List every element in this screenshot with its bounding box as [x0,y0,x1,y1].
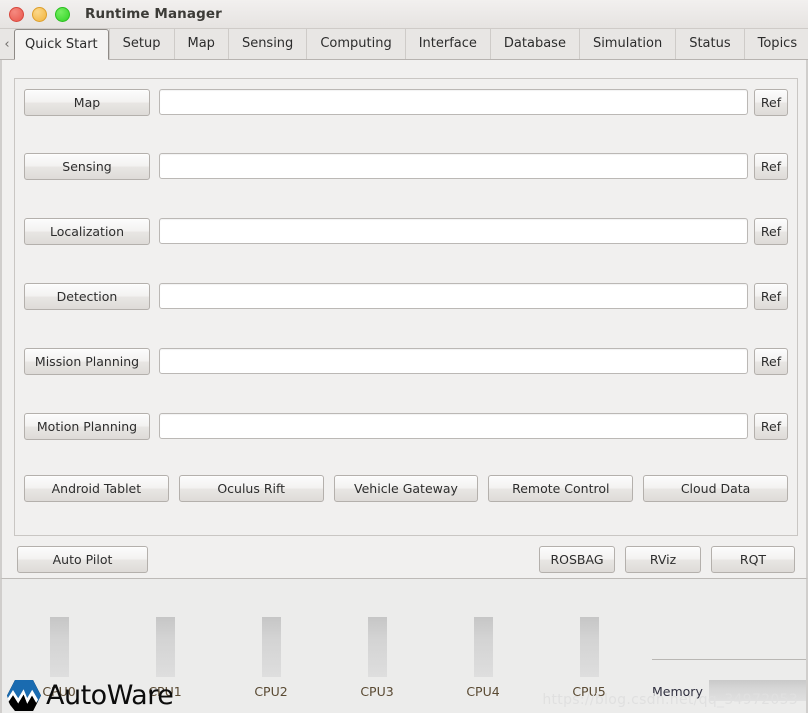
tab-interface[interactable]: Interface [404,29,490,59]
window-minimize-button[interactable] [32,6,47,22]
autoware-hexagon-icon [7,680,41,711]
android-tablet-button[interactable]: Android Tablet [24,475,169,502]
cloud-data-button[interactable]: Cloud Data [643,475,788,502]
motion-planning-path-input[interactable] [159,413,748,439]
quick-start-outer-panel: Map Ref Sensing Ref Localization Ref Det… [8,66,800,573]
tab-simulation[interactable]: Simulation [578,29,676,59]
module-row-localization: Localization Ref [15,217,797,245]
cpu5-label: CPU5 [572,684,606,699]
window-titlebar: Runtime Manager [0,0,808,29]
mission-planning-button[interactable]: Mission Planning [24,347,150,375]
cpu0-gauge [50,617,69,677]
cpu3-label: CPU3 [360,684,394,699]
detection-ref-button[interactable]: Ref [754,282,788,310]
module-row-detection: Detection Ref [15,282,797,310]
quick-start-panel: Map Ref Sensing Ref Localization Ref Det… [0,60,808,578]
tab-computing[interactable]: Computing [306,29,405,59]
tab-bar: ‹ Quick Start Setup Map Sensing Computin… [0,29,808,60]
cpu4-label: CPU4 [466,684,500,699]
map-path-input[interactable] [159,89,748,115]
tab-map[interactable]: Map [173,29,228,59]
module-row-mission-planning: Mission Planning Ref [15,347,797,375]
module-rows-panel: Map Ref Sensing Ref Localization Ref Det… [14,78,798,536]
tab-sensing[interactable]: Sensing [227,29,307,59]
window-title: Runtime Manager [85,6,222,22]
mission-planning-ref-button[interactable]: Ref [754,347,788,375]
cpu4-gauge [474,617,493,677]
quick-start-bottom-bar: Auto Pilot ROSBAG RViz RQT [14,544,798,574]
module-row-motion-planning: Motion Planning Ref [15,412,797,440]
map-ref-button[interactable]: Ref [754,88,788,116]
sensing-button[interactable]: Sensing [24,152,150,180]
detection-button[interactable]: Detection [24,282,150,310]
device-buttons-row: Android Tablet Oculus Rift Vehicle Gatew… [15,475,797,502]
memory-label: Memory [652,684,703,699]
mission-planning-path-input[interactable] [159,348,748,374]
autoware-wordmark: AutoWare [46,680,174,711]
remote-control-button[interactable]: Remote Control [488,475,634,502]
tab-database[interactable]: Database [489,29,579,59]
rosbag-button[interactable]: ROSBAG [539,545,615,573]
localization-button[interactable]: Localization [24,217,150,245]
autoware-logo: AutoWare [6,678,174,713]
oculus-rift-button[interactable]: Oculus Rift [178,475,324,502]
module-row-sensing: Sensing Ref [15,152,797,180]
cpu3-gauge [368,617,387,677]
map-button[interactable]: Map [24,88,150,116]
tool-buttons-group: ROSBAG RViz RQT [539,545,795,573]
sensing-ref-button[interactable]: Ref [754,152,788,180]
rviz-button[interactable]: RViz [625,545,701,573]
localization-path-input[interactable] [159,218,748,244]
cpu2-gauge [262,617,281,677]
tab-setup[interactable]: Setup [108,29,174,59]
resource-monitor-bar: CPU0 CPU1 CPU2 CPU3 CPU4 CPU5 Memory Aut… [0,578,808,713]
detection-path-input[interactable] [159,283,748,309]
vehicle-gateway-button[interactable]: Vehicle Gateway [333,475,479,502]
window-maximize-button[interactable] [55,6,70,22]
tab-quick-start[interactable]: Quick Start [14,29,109,60]
window-close-button[interactable] [9,6,24,22]
motion-planning-ref-button[interactable]: Ref [754,412,788,440]
tab-scroll-left-icon[interactable]: ‹ [0,29,14,59]
cpu5-gauge [580,617,599,677]
cpu2-label: CPU2 [254,684,288,699]
motion-planning-button[interactable]: Motion Planning [24,412,150,440]
tab-status[interactable]: Status [675,29,744,59]
localization-ref-button[interactable]: Ref [754,217,788,245]
sensing-path-input[interactable] [159,153,748,179]
memory-gauge [709,680,806,701]
tab-topics[interactable]: Topics [743,29,808,59]
rqt-button[interactable]: RQT [711,545,795,573]
cpu1-gauge [156,617,175,677]
memory-gauge-baseline [652,659,806,660]
auto-pilot-button[interactable]: Auto Pilot [17,545,148,573]
module-row-map: Map Ref [15,88,797,116]
